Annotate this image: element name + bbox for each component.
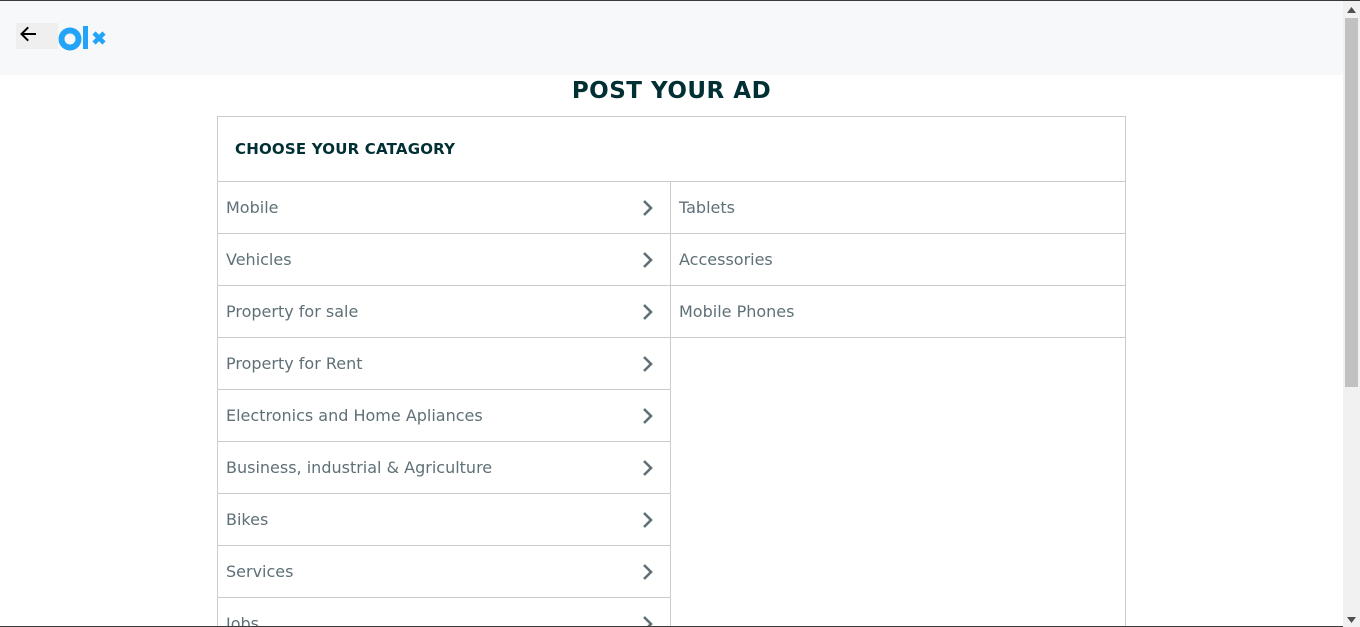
chevron-right-icon bbox=[640, 250, 656, 270]
olx-logo[interactable] bbox=[58, 23, 112, 53]
back-button[interactable] bbox=[16, 23, 58, 49]
category-label: Services bbox=[226, 562, 294, 581]
category-list: Mobile Vehicles Property for sale Proper… bbox=[218, 182, 671, 627]
category-columns: Mobile Vehicles Property for sale Proper… bbox=[218, 182, 1125, 627]
category-label: Property for sale bbox=[226, 302, 359, 321]
category-label: Mobile bbox=[226, 198, 279, 217]
category-label: Bikes bbox=[226, 510, 269, 529]
arrow-left-icon bbox=[18, 24, 38, 48]
category-item-jobs[interactable]: Jobs bbox=[218, 598, 670, 627]
page: POST YOUR AD CHOOSE YOUR CATAGORY Mobile… bbox=[0, 0, 1360, 627]
category-label: Business, industrial & Agriculture bbox=[226, 458, 493, 477]
chevron-right-icon bbox=[640, 458, 656, 478]
subcategory-label: Tablets bbox=[679, 198, 735, 217]
subcategory-item-mobile-phones[interactable]: Mobile Phones bbox=[671, 286, 1125, 338]
scroll-up-arrow-icon[interactable] bbox=[1343, 1, 1360, 18]
category-item-business[interactable]: Business, industrial & Agriculture bbox=[218, 442, 670, 494]
chevron-right-icon bbox=[640, 302, 656, 322]
category-label: Property for Rent bbox=[226, 354, 363, 373]
category-item-property-for-rent[interactable]: Property for Rent bbox=[218, 338, 670, 390]
category-label: Electronics and Home Apliances bbox=[226, 406, 483, 425]
subcategory-list: Tablets Accessories Mobile Phones bbox=[671, 182, 1125, 627]
category-panel: CHOOSE YOUR CATAGORY Mobile Vehicles Pro… bbox=[217, 116, 1126, 627]
category-item-services[interactable]: Services bbox=[218, 546, 670, 598]
category-item-mobile[interactable]: Mobile bbox=[218, 182, 670, 234]
category-heading: CHOOSE YOUR CATAGORY bbox=[218, 117, 1125, 182]
scrollbar-thumb[interactable] bbox=[1345, 18, 1358, 387]
subcategory-label: Accessories bbox=[679, 250, 773, 269]
chevron-right-icon bbox=[640, 406, 656, 426]
scroll-down-arrow-icon[interactable] bbox=[1343, 611, 1360, 627]
chevron-right-icon bbox=[640, 614, 656, 627]
category-item-property-for-sale[interactable]: Property for sale bbox=[218, 286, 670, 338]
chevron-right-icon bbox=[640, 354, 656, 374]
page-title: POST YOUR AD bbox=[571, 78, 772, 104]
category-item-vehicles[interactable]: Vehicles bbox=[218, 234, 670, 286]
subcategory-label: Mobile Phones bbox=[679, 302, 795, 321]
category-item-bikes[interactable]: Bikes bbox=[218, 494, 670, 546]
subcategory-item-accessories[interactable]: Accessories bbox=[671, 234, 1125, 286]
chevron-right-icon bbox=[640, 198, 656, 218]
category-item-electronics[interactable]: Electronics and Home Apliances bbox=[218, 390, 670, 442]
vertical-scrollbar[interactable] bbox=[1343, 1, 1360, 627]
subcategory-item-tablets[interactable]: Tablets bbox=[671, 182, 1125, 234]
chevron-right-icon bbox=[640, 562, 656, 582]
category-label: Vehicles bbox=[226, 250, 292, 269]
top-bar bbox=[0, 1, 1343, 73]
chevron-right-icon bbox=[640, 510, 656, 530]
